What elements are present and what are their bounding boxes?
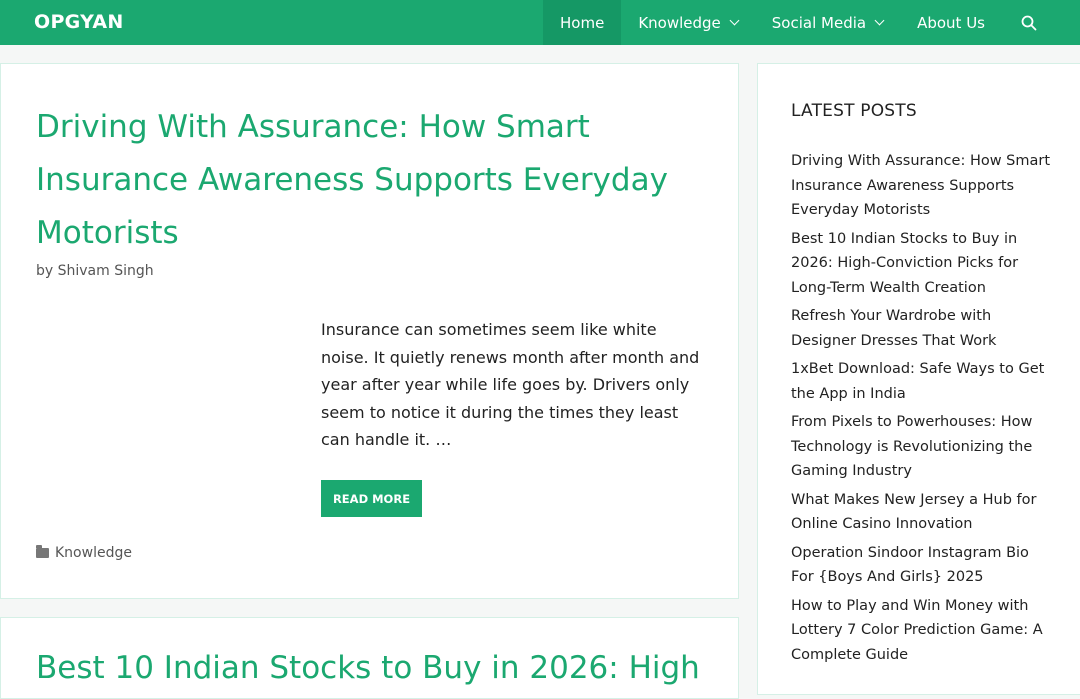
latest-post-link[interactable]: Best 10 Indian Stocks to Buy in 2026: Hi… bbox=[791, 227, 1053, 301]
post-byline: by Shivam Singh bbox=[36, 263, 154, 279]
latest-post-link[interactable]: From Pixels to Powerhouses: How Technolo… bbox=[791, 410, 1053, 484]
post-card: Best 10 Indian Stocks to Buy in 2026: Hi… bbox=[0, 617, 739, 699]
nav-item-label: Home bbox=[560, 13, 605, 32]
post-title[interactable]: Best 10 Indian Stocks to Buy in 2026: Hi… bbox=[36, 642, 736, 695]
chevron-down-icon bbox=[729, 15, 740, 26]
latest-post-link[interactable]: Refresh Your Wardrobe with Designer Dres… bbox=[791, 304, 1053, 353]
search-icon bbox=[1021, 15, 1037, 30]
main-nav: Home Knowledge Social Media About Us bbox=[543, 0, 1080, 45]
search-button[interactable] bbox=[1002, 0, 1080, 45]
latest-posts-list: Driving With Assurance: How Smart Insura… bbox=[791, 149, 1053, 671]
nav-item-label: Knowledge bbox=[638, 13, 721, 32]
chevron-down-icon bbox=[874, 15, 885, 26]
sidebar: LATEST POSTS Driving With Assurance: How… bbox=[757, 63, 1080, 695]
nav-item-knowledge[interactable]: Knowledge bbox=[621, 0, 754, 45]
post-card: Driving With Assurance: How Smart Insura… bbox=[0, 63, 739, 599]
category-link[interactable]: Knowledge bbox=[55, 545, 132, 561]
latest-post-link[interactable]: What Makes New Jersey a Hub for Online C… bbox=[791, 488, 1053, 537]
nav-item-label: About Us bbox=[917, 13, 985, 32]
latest-post-link[interactable]: Driving With Assurance: How Smart Insura… bbox=[791, 149, 1053, 223]
post-excerpt: Insurance can sometimes seem like white … bbox=[321, 320, 700, 449]
read-more-button[interactable]: READ MORE bbox=[321, 480, 422, 517]
widget-title: LATEST POSTS bbox=[791, 101, 917, 121]
nav-item-about-us[interactable]: About Us bbox=[900, 0, 1002, 45]
post-title[interactable]: Driving With Assurance: How Smart Insura… bbox=[36, 101, 716, 260]
latest-post-link[interactable]: Operation Sindoor Instagram Bio For {Boy… bbox=[791, 541, 1053, 590]
post-category: Knowledge bbox=[36, 545, 132, 561]
latest-post-link[interactable]: 1xBet Download: Safe Ways to Get the App… bbox=[791, 357, 1053, 406]
nav-item-label: Social Media bbox=[771, 13, 867, 32]
latest-post-link[interactable]: How to Play and Win Money with Lottery 7… bbox=[791, 594, 1053, 668]
folder-icon bbox=[36, 545, 49, 558]
nav-item-social-media[interactable]: Social Media bbox=[755, 0, 900, 45]
site-header: OPGYAN Home Knowledge Social Media About… bbox=[0, 0, 1080, 45]
site-logo[interactable]: OPGYAN bbox=[34, 11, 124, 33]
nav-item-home[interactable]: Home bbox=[543, 0, 622, 45]
